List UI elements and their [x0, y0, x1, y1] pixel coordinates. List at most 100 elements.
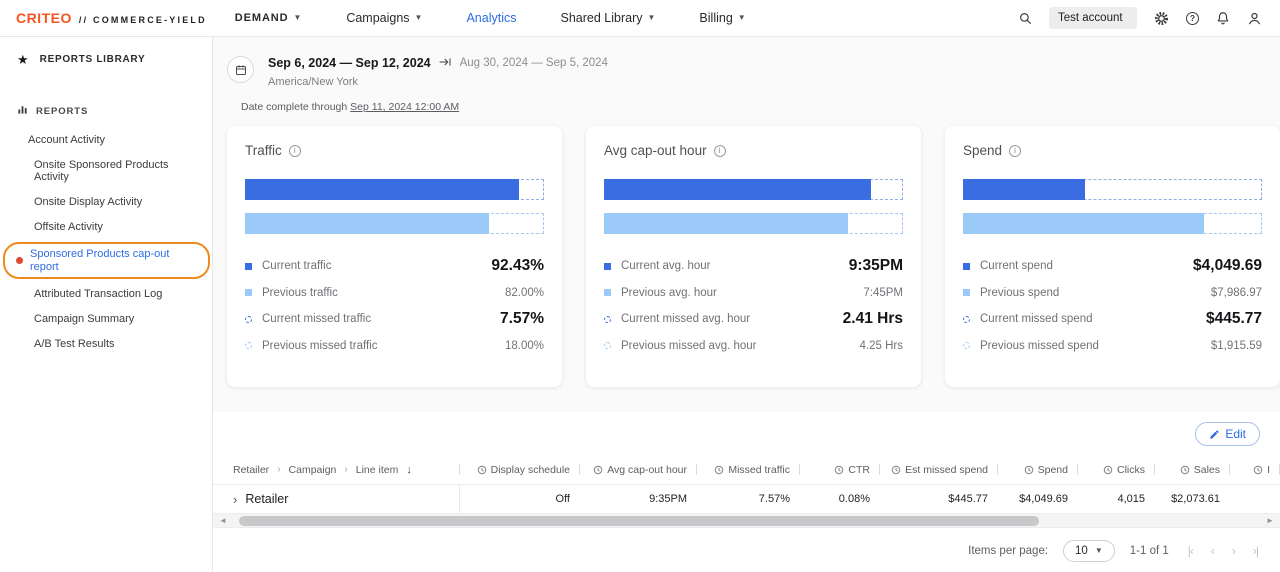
legend-value: $7,986.97 [1211, 287, 1262, 299]
help-icon[interactable]: ? [1186, 12, 1199, 25]
legend-label: Previous missed avg. hour [621, 340, 757, 352]
sidebar-item-ab-test-results[interactable]: A/B Test Results [0, 332, 212, 357]
column-header-display-schedule[interactable]: Display schedule [460, 455, 580, 484]
scroll-right-icon[interactable]: ► [1262, 515, 1278, 527]
scroll-left-icon[interactable]: ◄ [215, 515, 231, 527]
sidebar-item-onsite-display-activity[interactable]: Onsite Display Activity [0, 190, 212, 215]
clock-icon [834, 465, 844, 475]
sidebar-item-onsite-sponsored-products-activity[interactable]: Onsite Sponsored Products Activity [0, 153, 212, 190]
column-label: Display schedule [491, 464, 570, 476]
clock-icon [1103, 465, 1113, 475]
legend-value: 18.00% [505, 340, 544, 352]
spend-bars [963, 179, 1262, 234]
legend-row: Current missed traffic 7.57% [245, 306, 544, 333]
legend-label: Current traffic [262, 260, 331, 272]
row-retailer-label: Retailer [245, 492, 288, 506]
previous-page-icon[interactable]: ‹ [1211, 544, 1214, 558]
sidebar-item-attributed-transaction-log[interactable]: Attributed Transaction Log [0, 282, 212, 307]
column-header-sales[interactable]: Sales [1155, 455, 1230, 484]
criteo-logo[interactable]: CRITEO // COMMERCE-YIELD [16, 10, 207, 26]
info-icon[interactable]: i [1009, 145, 1021, 157]
row-cell-sales: $2,073.61 [1155, 485, 1230, 513]
nav-demand[interactable]: DEMAND ▼ [235, 12, 303, 24]
hierarchy-retailer-label[interactable]: Retailer [233, 464, 269, 476]
nav-shared-library-label: Shared Library [561, 11, 643, 25]
nav-analytics[interactable]: Analytics [466, 11, 516, 25]
clock-icon [477, 465, 487, 475]
scrollbar-thumb[interactable] [239, 516, 1039, 526]
info-icon[interactable]: i [289, 145, 301, 157]
legend-value: 4.25 Hrs [860, 340, 903, 352]
solid-swatch-icon [245, 289, 252, 296]
next-page-icon[interactable]: › [1232, 544, 1235, 558]
column-header-missed-traffic[interactable]: Missed traffic [697, 455, 800, 484]
reports-section-header: REPORTS [0, 80, 212, 126]
column-header-est-missed-spend[interactable]: Est missed spend [880, 455, 998, 484]
gear-icon[interactable] [1154, 11, 1169, 26]
legend-row: Current missed avg. hour 2.41 Hrs [604, 306, 903, 333]
nav-shared-library[interactable]: Shared Library ▼ [561, 11, 656, 25]
horizontal-scrollbar[interactable]: ◄ ► [213, 514, 1280, 528]
edit-button[interactable]: Edit [1195, 422, 1260, 446]
legend-row: Previous missed spend $1,915.59 [963, 333, 1262, 360]
clock-icon [1180, 465, 1190, 475]
hierarchy-line-item-label[interactable]: Line item [356, 464, 399, 476]
main-content: Sep 6, 2024 — Sep 12, 2024 Aug 30, 2024 … [213, 37, 1280, 572]
legend-value: $445.77 [1206, 310, 1262, 328]
sidebar-item-campaign-summary[interactable]: Campaign Summary [0, 307, 212, 332]
nav-campaigns-label: Campaigns [346, 11, 409, 25]
nav-campaigns[interactable]: Campaigns ▼ [346, 11, 422, 25]
legend-value: 7:45PM [863, 287, 903, 299]
bell-icon[interactable] [1216, 11, 1230, 25]
column-header-clicks[interactable]: Clicks [1078, 455, 1155, 484]
chevron-down-icon: ▼ [1095, 547, 1103, 555]
column-header-ctr[interactable]: CTR [800, 455, 880, 484]
column-label: Clicks [1117, 464, 1145, 476]
expand-chevron-icon[interactable]: › [233, 492, 237, 507]
sort-descending-icon[interactable]: ↓ [406, 464, 412, 476]
user-avatar-icon[interactable] [1247, 11, 1262, 26]
column-header-truncated[interactable]: I [1230, 455, 1280, 484]
legend-value: $4,049.69 [1193, 257, 1262, 275]
legend-row: Current avg. hour 9:35PM [604, 253, 903, 280]
legend-value: 2.41 Hrs [843, 310, 903, 328]
calendar-button[interactable] [227, 56, 254, 83]
legend-label: Previous traffic [262, 287, 338, 299]
sidebar-item-sponsored-products-cap-out-report[interactable]: Sponsored Products cap-out report [3, 242, 210, 279]
search-icon[interactable] [1019, 12, 1032, 25]
row-retailer-cell[interactable]: › Retailer [213, 485, 460, 513]
hierarchy-campaign-label[interactable]: Campaign [289, 464, 337, 476]
current-date-range[interactable]: Sep 6, 2024 — Sep 12, 2024 [268, 56, 431, 70]
account-search-input[interactable] [1049, 7, 1137, 29]
dashed-swatch-icon [245, 316, 252, 323]
commerce-yield-wordmark: // COMMERCE-YIELD [79, 15, 207, 25]
legend-label: Previous missed spend [980, 340, 1099, 352]
sidebar-item-offsite-activity[interactable]: Offsite Activity [0, 215, 212, 240]
legend-row: Current traffic 92.43% [245, 253, 544, 280]
page-size-value: 10 [1075, 545, 1088, 557]
page-size-select[interactable]: 10 ▼ [1063, 540, 1115, 562]
nav-billing[interactable]: Billing ▼ [699, 11, 745, 25]
sidebar-item-account-activity[interactable]: Account Activity [0, 128, 212, 153]
first-page-icon[interactable]: |‹ [1188, 544, 1193, 558]
legend-label: Previous spend [980, 287, 1059, 299]
column-header-avg-cap-out-hour[interactable]: Avg cap-out hour [580, 455, 697, 484]
column-label: CTR [848, 464, 870, 476]
solid-swatch-icon [604, 263, 611, 270]
bar-chart-icon [17, 102, 28, 120]
solid-swatch-icon [604, 289, 611, 296]
reports-section-label: REPORTS [36, 106, 88, 117]
legend-row: Previous avg. hour 7:45PM [604, 280, 903, 307]
column-header-spend[interactable]: Spend [998, 455, 1078, 484]
page-range-label: 1-1 of 1 [1130, 545, 1169, 557]
table-row[interactable]: › Retailer Off 9:35PM 7.57% 0.08% $445.7… [213, 485, 1280, 514]
data-complete-date-link[interactable]: Sep 11, 2024 12:00 AM [350, 101, 459, 113]
sidebar: ★ REPORTS LIBRARY REPORTS Account Activi… [0, 37, 213, 572]
reports-library-link[interactable]: ★ REPORTS LIBRARY [0, 37, 212, 80]
hierarchy-header[interactable]: Retailer › Campaign › Line item ↓ [213, 455, 460, 484]
info-icon[interactable]: i [714, 145, 726, 157]
previous-spend-bar [963, 213, 1204, 234]
last-page-icon[interactable]: ›| [1253, 544, 1258, 558]
spend-card: Spend i Current spend $4,049.69 Previous… [945, 126, 1280, 387]
dashed-swatch-icon [245, 342, 252, 349]
